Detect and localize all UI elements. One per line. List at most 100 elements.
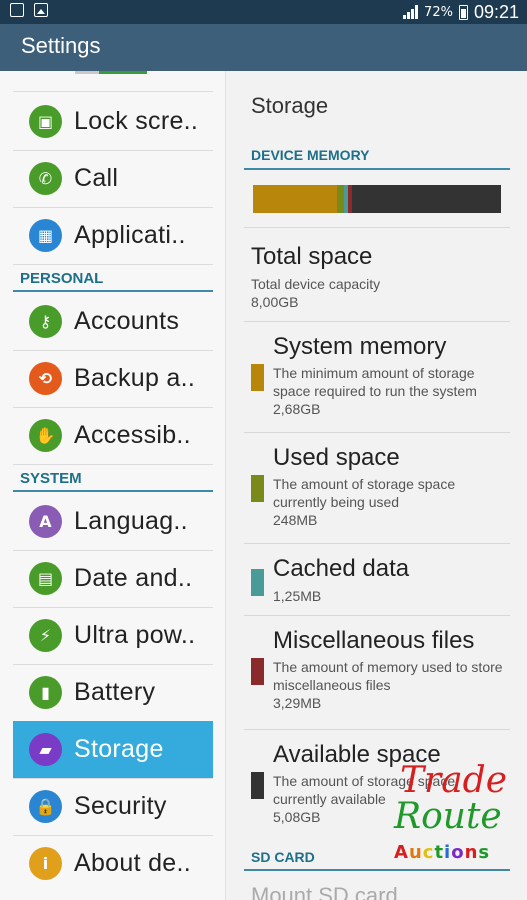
section-heading-system: SYSTEM (20, 470, 82, 487)
clock: 09:21 (473, 1, 519, 22)
list-divider (13, 91, 213, 92)
section-divider (244, 869, 510, 871)
system-memory-title: System memory (273, 333, 447, 360)
cached-data-color-swatch (251, 569, 264, 596)
phone-icon: ✆ (29, 162, 62, 195)
section-divider (13, 290, 213, 292)
menu-item-label: Ultra pow.. (74, 621, 196, 649)
menu-item-label: Accessib.. (74, 421, 191, 449)
sd-card-icon: ▰ (29, 733, 62, 766)
menu-item-security[interactable]: 🔒 Security (13, 778, 213, 835)
backup-icon: ⟲ (29, 362, 62, 395)
menu-item-label: Call (74, 164, 119, 192)
total-space-desc: Total device capacity (251, 276, 381, 292)
system-memory-desc: The minimum amount of storage space requ… (273, 365, 477, 399)
menu-item-label: Languag.. (74, 507, 188, 535)
action-bar: Settings (0, 24, 527, 71)
mount-sd-card-button[interactable]: Mount SD card (251, 883, 398, 900)
status-bar: 72% 09:21 (0, 0, 527, 24)
used-space-color-swatch (251, 475, 264, 502)
total-space-row: Total space Total device capacity 8,00GB (244, 243, 510, 311)
system-memory-value: 2,68GB (273, 401, 321, 417)
menu-item-call[interactable]: ✆ Call (13, 150, 213, 207)
list-divider (13, 464, 213, 465)
menu-item-date-and[interactable]: ▤ Date and.. (13, 550, 213, 607)
row-divider (244, 543, 510, 544)
menu-item-label: Backup a.. (74, 364, 196, 392)
menu-item-label: Security (74, 792, 167, 820)
storage-usage-bar (253, 185, 501, 213)
row-divider (244, 432, 510, 433)
cached-data-row[interactable]: Cached data 1,25MB (244, 555, 510, 615)
calendar-icon: ▤ (29, 562, 62, 595)
total-space-title: Total space (251, 243, 373, 270)
menu-item-battery[interactable]: ▮ Battery (13, 664, 213, 721)
menu-item-label: Lock scre.. (74, 107, 199, 135)
menu-item-label: Applicati.. (74, 221, 186, 249)
used-space-desc: The amount of storage space currently be… (273, 476, 456, 510)
miscellaneous-files-value: 3,29MB (273, 695, 322, 711)
section-divider (244, 168, 510, 170)
gallery-icon (34, 3, 48, 17)
used-space-title: Used space (273, 444, 400, 471)
menu-item-ultra-pow[interactable]: ⚡ Ultra pow.. (13, 607, 213, 664)
menu-item-label: Battery (74, 678, 156, 706)
language-icon: A (29, 505, 62, 538)
page-title: Settings (21, 33, 101, 58)
info-icon: i (29, 847, 62, 880)
usage-segment-available-space (352, 185, 501, 213)
miscellaneous-files-desc: The amount of memory used to store misce… (273, 659, 503, 693)
watermark-line2: Route (394, 796, 502, 837)
row-divider (244, 729, 510, 730)
screenshot-icon (10, 3, 24, 17)
key-icon: ⚷ (29, 305, 62, 338)
row-divider (244, 321, 510, 322)
menu-item-accessib[interactable]: ✋ Accessib.. (13, 407, 213, 464)
menu-item-languag[interactable]: A Languag.. (13, 493, 213, 550)
watermark-logo: Trade Route Auctions (392, 760, 508, 868)
menu-item-accounts[interactable]: ⚷ Accounts (13, 293, 213, 350)
settings-menu[interactable]: ▣ Lock scre.. ✆ Call ▦ Applicati.. PERSONAL ⚷ Ac… (0, 71, 226, 900)
menu-item-label: Storage (74, 735, 164, 763)
used-space-value: 248MB (273, 512, 318, 528)
section-divider (13, 490, 213, 492)
cached-data-title: Cached data (273, 555, 410, 582)
menu-item-label: Accounts (74, 307, 180, 335)
list-divider (13, 264, 213, 265)
usage-segment-used-space (337, 185, 344, 213)
sd-card-heading: SD CARD (251, 849, 315, 865)
battery-icon (458, 4, 468, 20)
storage-title: Storage (251, 93, 329, 118)
used-space-row[interactable]: Used space The amount of storage space cu… (244, 444, 510, 550)
menu-item-applicati[interactable]: ▦ Applicati.. (13, 207, 213, 264)
menu-item-lock-scre[interactable]: ▣ Lock scre.. (13, 93, 213, 150)
ultra-power-icon: ⚡ (29, 619, 62, 652)
system-memory-row[interactable]: System memory The minimum amount of stora… (244, 333, 510, 439)
menu-item-label: About de.. (74, 849, 191, 877)
lock-screen-icon: ▣ (29, 105, 62, 138)
apps-grid-icon: ▦ (29, 219, 62, 252)
lock-icon: 🔒 (29, 790, 62, 823)
watermark-line1: Trade (400, 760, 508, 801)
section-heading-personal: PERSONAL (20, 270, 104, 287)
miscellaneous-files-row[interactable]: Miscellaneous files The amount of memory … (244, 627, 510, 733)
menu-item-storage[interactable]: ▰ Storage (13, 721, 213, 778)
total-space-value: 8,00GB (251, 294, 299, 310)
cached-data-value: 1,25MB (273, 588, 322, 604)
row-divider (244, 615, 510, 616)
battery-percent: 72% (424, 4, 453, 20)
scroll-indicator (75, 71, 147, 74)
row-divider (244, 227, 510, 228)
menu-item-backup-a[interactable]: ⟲ Backup a.. (13, 350, 213, 407)
menu-item-label: Date and.. (74, 564, 193, 592)
watermark-line3: Auctions (394, 842, 491, 863)
available-space-color-swatch (251, 772, 264, 799)
system-memory-color-swatch (251, 364, 264, 391)
usage-segment-system-memory (253, 185, 337, 213)
miscellaneous-files-title: Miscellaneous files (273, 627, 475, 654)
signal-icon (403, 5, 419, 19)
menu-item-about-de[interactable]: i About de.. (13, 835, 213, 892)
battery-icon: ▮ (29, 676, 62, 709)
hand-icon: ✋ (29, 419, 62, 452)
miscellaneous-files-color-swatch (251, 658, 264, 685)
